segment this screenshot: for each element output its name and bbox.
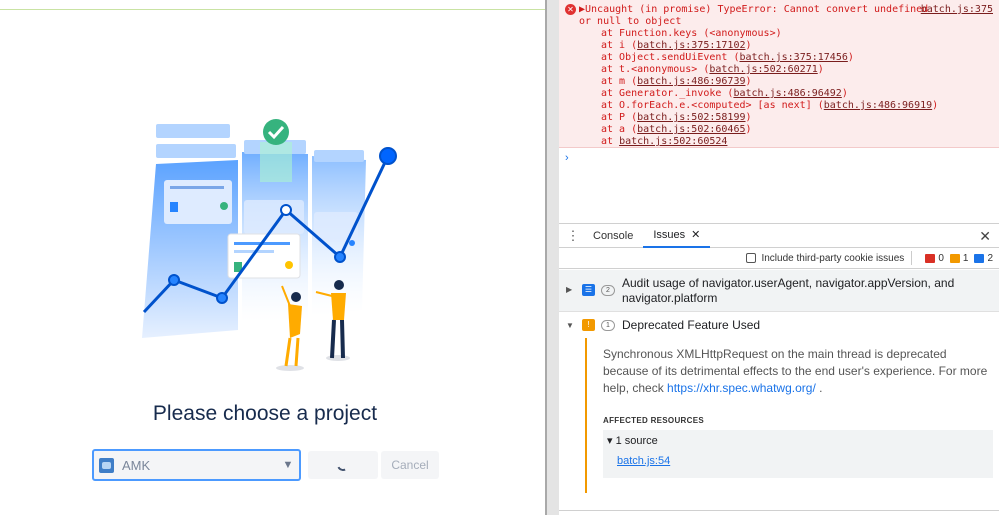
tab-console[interactable]: Console [583, 224, 643, 248]
expand-triangle-icon[interactable]: ▶ [566, 285, 572, 294]
stack-frame-suffix: ) [745, 112, 752, 123]
stack-frame-link[interactable]: batch.js:375:17456 [739, 52, 847, 63]
submit-button[interactable] [308, 451, 378, 479]
stack-frame-suffix: ) [841, 88, 848, 99]
stack-frame: at Generator._invoke (batch.js:486:96492… [601, 88, 993, 100]
stack-frame: at batch.js:502:60524 [601, 136, 993, 148]
stack-frame-link[interactable]: batch.js:502:60524 [619, 136, 727, 147]
affected-resources-heading: AFFECTED RESOURCES [603, 416, 704, 425]
cancel-button[interactable]: Cancel [381, 451, 439, 479]
drawer-tab-bar: ⋮ Console Issues ✕ ✕ [559, 223, 999, 248]
issue-row-navigator-audit[interactable]: ▶ ☰ 2 Audit usage of navigator.userAgent… [559, 270, 999, 312]
console-output: ✕ ▶Uncaught (in promise) TypeError: Cann… [559, 0, 999, 222]
app-pane: Please choose a project AMK ▼ Cancel [0, 0, 545, 515]
error-text-line2: or null to object [579, 16, 682, 27]
stack-frame-suffix: ) [745, 40, 752, 51]
close-drawer-icon[interactable]: ✕ [979, 228, 991, 245]
stack-frame-text: at O.forEach.e.<computed> [as next] ( [601, 100, 824, 111]
info-issue-icon: ☰ [582, 284, 595, 296]
chevron-down-icon[interactable]: ▼ [277, 459, 299, 471]
help-suffix: . [815, 381, 823, 395]
warning-count-value: 1 [962, 252, 969, 264]
collapse-triangle-icon[interactable]: ▼ [566, 321, 574, 330]
stack-frame-link[interactable]: batch.js:502:60271 [709, 64, 817, 75]
project-avatar-icon [99, 457, 114, 473]
error-icon: ✕ [565, 4, 576, 15]
stack-frame: at O.forEach.e.<computed> [as next] (bat… [601, 100, 993, 112]
stack-frame-suffix: ) [847, 52, 854, 63]
error-issue-icon [925, 253, 936, 263]
issue-row-deprecated-feature[interactable]: ▼ ! 1 Deprecated Feature Used [559, 313, 999, 338]
issue-title: Audit usage of navigator.userAgent, navi… [622, 276, 955, 305]
stack-frame-suffix: ) [817, 64, 824, 75]
third-party-label: Include third-party cookie issues [761, 252, 905, 264]
stack-frame-link[interactable]: batch.js:375:17102 [637, 40, 745, 51]
stack-frame: at t.<anonymous> (batch.js:502:60271) [601, 64, 993, 76]
error-count[interactable]: 0 [925, 253, 944, 264]
stack-frame-link[interactable]: batch.js:486:96739 [637, 76, 745, 87]
error-text-line1[interactable]: ▶Uncaught (in promise) TypeError: Cannot… [579, 4, 993, 16]
stack-frame-link[interactable]: batch.js:486:96919 [824, 100, 932, 111]
error-source-link[interactable]: batch.js:375 [921, 4, 993, 16]
stack-frame-suffix: ) [745, 76, 752, 87]
sources-toggle[interactable]: ▾ 1 source [607, 434, 658, 447]
error-count-value: 0 [938, 252, 944, 264]
page-title: Please choose a project [152, 402, 378, 425]
stack-frame-text: at t.<anonymous> ( [601, 64, 710, 75]
devtools-pane: ✕ ▶Uncaught (in promise) TypeError: Cann… [559, 0, 999, 515]
help-link[interactable]: https://xhr.spec.whatwg.org/ [667, 381, 816, 395]
stack-frame-text: at Generator._invoke ( [601, 88, 734, 99]
error-text: ▶Uncaught (in promise) TypeError: Cannot… [579, 4, 929, 15]
stack-frame-text: at [601, 136, 620, 147]
info-count-value: 2 [987, 252, 993, 264]
stack-frame: at a (batch.js:502:60465) [601, 124, 993, 136]
stack-frame: at m (batch.js:486:96739) [601, 76, 993, 88]
console-error-message: ✕ ▶Uncaught (in promise) TypeError: Cann… [559, 0, 999, 148]
app-top-bar [0, 0, 545, 10]
stack-frame-link[interactable]: batch.js:486:96492 [733, 88, 841, 99]
warning-count[interactable]: 1 [949, 252, 969, 264]
warning-issue-icon [949, 253, 960, 263]
toolbar-divider [911, 251, 913, 265]
stack-frame-text: at Object.sendUiEvent ( [601, 52, 740, 63]
project-select[interactable]: AMK ▼ [92, 449, 301, 481]
stack-frame: at P (batch.js:502:58199) [601, 112, 993, 124]
info-issue-icon [974, 253, 985, 263]
project-select-value: AMK [122, 457, 151, 473]
stack-frame-text: at Function.keys (<anonymous>) [601, 28, 782, 39]
console-prompt[interactable]: › [565, 152, 569, 164]
stack-frame-suffix: ) [932, 100, 939, 111]
issues-toolbar: Include third-party cookie issues 0 1 2 [559, 248, 999, 269]
loading-spinner-icon [335, 457, 351, 473]
issue-details: Synchronous XMLHttpRequest on the main t… [585, 338, 993, 493]
issue-title: Deprecated Feature Used [622, 318, 761, 332]
tab-issues-label: Issues [653, 228, 686, 241]
project-illustration [142, 119, 397, 371]
stack-frame: at Object.sendUiEvent (batch.js:375:1745… [601, 52, 993, 64]
issue-count-badge: 2 [601, 285, 615, 296]
stack-frame-link[interactable]: batch.js:502:58199 [637, 112, 745, 123]
tab-issues[interactable]: Issues ✕ [643, 224, 711, 248]
stack-frame: at i (batch.js:375:17102) [601, 40, 993, 52]
stack-frame-text: at P ( [601, 112, 638, 123]
warning-issue-icon: ! [582, 319, 595, 331]
stack-trace: at Function.keys (<anonymous>) at i (batc… [565, 28, 993, 148]
info-count[interactable]: 2 [974, 253, 993, 264]
stack-frame-text: at a ( [601, 124, 638, 135]
close-tab-icon[interactable]: ✕ [691, 228, 700, 241]
source-link[interactable]: batch.js:54 [617, 455, 670, 467]
stack-frame-text: at i ( [601, 40, 638, 51]
affected-sources: ▾ 1 source batch.js:54 [603, 430, 993, 478]
stack-frame-suffix: ) [745, 124, 752, 135]
issue-description: Synchronous XMLHttpRequest on the main t… [603, 346, 995, 397]
stack-frame-link[interactable]: batch.js:502:60465 [637, 124, 745, 135]
stack-frame: at Function.keys (<anonymous>) [601, 28, 993, 40]
third-party-checkbox[interactable] [746, 253, 757, 263]
more-options-icon[interactable]: ⋮ [563, 228, 583, 244]
pane-splitter[interactable] [545, 0, 559, 515]
issue-count-badge: 1 [601, 320, 615, 331]
devtools-bottom-divider [559, 510, 999, 511]
stack-frame-text: at m ( [601, 76, 638, 87]
